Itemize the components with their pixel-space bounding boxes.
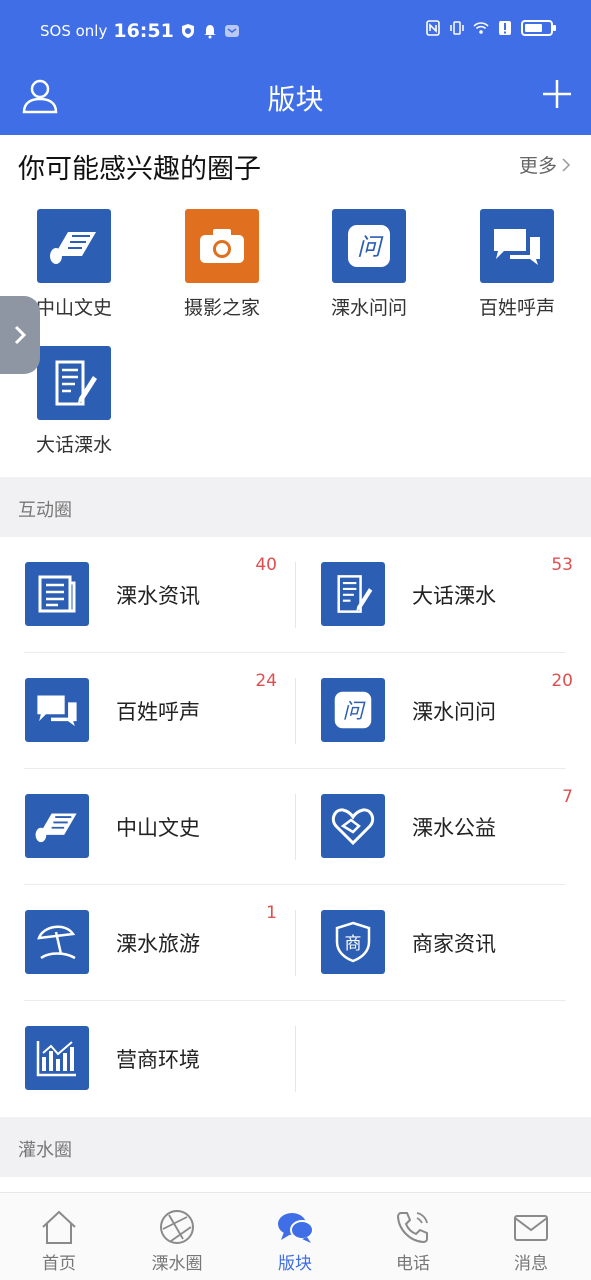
nav-label: 溧水圈 <box>151 1254 203 1274</box>
interest-item-label: 摄影之家 <box>183 297 260 319</box>
section-title: 灌水圈 <box>18 1140 72 1161</box>
interest-section: 你可能感兴趣的圈子 更多 中山文史 摄影之家 问 溧水问问 百姓呼声 大话溧水 <box>0 135 591 477</box>
forum-item-voice[interactable]: 百姓呼声 24 <box>0 653 295 769</box>
forum-name: 大话溧水 <box>412 584 496 608</box>
column-divider <box>295 1026 296 1092</box>
forum-item-ask[interactable]: 问 溧水问问 20 <box>296 653 591 769</box>
side-expand-tab[interactable] <box>0 296 40 374</box>
document-pen-icon <box>321 562 385 626</box>
svg-text:商: 商 <box>345 934 362 954</box>
section-title: 互动圈 <box>18 500 72 521</box>
forum-count: 7 <box>562 787 573 807</box>
plus-icon[interactable] <box>541 78 573 110</box>
battery-fill <box>525 24 542 32</box>
forum-count: 20 <box>551 671 573 691</box>
status-right <box>425 20 556 36</box>
forum-item-business[interactable]: 商 商家资讯 <box>296 885 591 1001</box>
column-divider <box>295 678 296 744</box>
section-water: 灌水圈 <box>0 1117 591 1177</box>
chat-bubbles-icon <box>25 678 89 742</box>
chat-bubbles-icon <box>278 1213 314 1243</box>
status-bar: SOS only 16:51 <box>0 0 591 64</box>
carrier-text: SOS only <box>40 22 108 40</box>
forum-count: 24 <box>255 671 277 691</box>
mail-icon <box>514 1215 548 1241</box>
nav-home[interactable]: 首页 <box>0 1193 118 1280</box>
forum-name: 营商环境 <box>116 1048 200 1072</box>
nfc-icon <box>426 20 440 36</box>
nav-forum[interactable]: 版块 <box>236 1193 354 1280</box>
nav-circle[interactable]: 溧水圈 <box>118 1193 236 1280</box>
interest-item-photo[interactable]: 摄影之家 <box>152 209 292 320</box>
forum-name: 商家资讯 <box>412 932 496 956</box>
svg-text:问: 问 <box>357 233 384 261</box>
forum-item-travel[interactable]: 溧水旅游 1 <box>0 885 295 1001</box>
forum-count: 1 <box>266 903 277 923</box>
forum-item-dahua[interactable]: 大话溧水 53 <box>296 537 591 653</box>
more-label: 更多 <box>518 155 557 177</box>
forum-item-zhongshan[interactable]: 中山文史 <box>0 769 295 885</box>
forum-name: 百姓呼声 <box>116 700 200 724</box>
forum-name: 溧水资讯 <box>116 584 200 608</box>
nav-label: 电话 <box>396 1254 430 1274</box>
page-title: 版块 <box>267 83 324 116</box>
battery-icon <box>521 20 556 36</box>
newspaper-icon <box>25 562 89 626</box>
question-icon: 问 <box>321 678 385 742</box>
forum-name: 溧水旅游 <box>116 932 200 956</box>
column-divider <box>295 910 296 976</box>
aperture-icon <box>160 1210 194 1244</box>
svg-text:问: 问 <box>343 699 367 723</box>
bell-status-icon <box>203 25 216 39</box>
forum-name: 溧水公益 <box>412 816 496 840</box>
chat-bubbles-icon <box>480 209 554 283</box>
column-divider <box>295 562 296 628</box>
column-divider <box>295 794 296 860</box>
forum-item-environment[interactable]: 营商环境 <box>0 1001 295 1117</box>
home-icon <box>42 1210 76 1244</box>
app-status-icon <box>224 25 239 37</box>
heart-hands-icon <box>321 794 385 858</box>
more-link[interactable]: 更多 <box>519 151 571 178</box>
forum-count: 53 <box>551 555 573 575</box>
shop-shield-icon: 商 <box>321 910 385 974</box>
interest-item-label: 大话溧水 <box>35 434 112 456</box>
forum-grid: 溧水资讯 40 大话溧水 53 百姓呼声 24 问 溧水问问 20 中山文史 溧… <box>0 537 591 1117</box>
status-left: SOS only 16:51 <box>40 20 240 42</box>
header: 版块 <box>0 64 591 135</box>
scroll-icon <box>25 794 89 858</box>
forum-item-charity[interactable]: 溧水公益 7 <box>296 769 591 885</box>
camera-icon <box>185 209 259 283</box>
forum-name: 溧水问问 <box>412 700 496 724</box>
interest-item-ask[interactable]: 问 溧水问问 <box>299 209 439 320</box>
chevron-right-icon <box>14 325 27 345</box>
interest-item-label: 溧水问问 <box>330 297 407 319</box>
clock: 16:51 <box>113 20 174 42</box>
chevron-right-icon <box>562 157 571 172</box>
forum-item-news[interactable]: 溧水资讯 40 <box>0 537 295 653</box>
forum-count: 40 <box>255 555 277 575</box>
shield-status-icon <box>181 24 194 38</box>
question-icon: 问 <box>332 209 406 283</box>
interest-title: 你可能感兴趣的圈子 <box>18 154 261 185</box>
bottom-nav: 首页 溧水圈 版块 电话 消息 <box>0 1192 591 1280</box>
nav-phone[interactable]: 电话 <box>354 1193 472 1280</box>
section-interactive: 互动圈 <box>0 477 591 537</box>
beach-umbrella-icon <box>25 910 89 974</box>
vibrate-icon <box>450 21 464 35</box>
bar-chart-icon <box>25 1026 89 1090</box>
nav-label: 首页 <box>42 1254 76 1274</box>
phone-icon <box>396 1212 428 1244</box>
document-pen-icon <box>37 346 111 420</box>
nav-label: 消息 <box>514 1254 548 1274</box>
nav-label: 版块 <box>278 1254 312 1274</box>
interest-item-label: 百姓呼声 <box>478 297 555 319</box>
signal-alert-icon <box>499 21 511 35</box>
interest-item-voice[interactable]: 百姓呼声 <box>447 209 587 320</box>
wifi-icon <box>473 22 489 34</box>
scroll-icon <box>37 209 111 283</box>
forum-name: 中山文史 <box>116 816 200 840</box>
nav-message[interactable]: 消息 <box>472 1193 590 1280</box>
top-bar: SOS only 16:51 版块 <box>0 0 591 135</box>
